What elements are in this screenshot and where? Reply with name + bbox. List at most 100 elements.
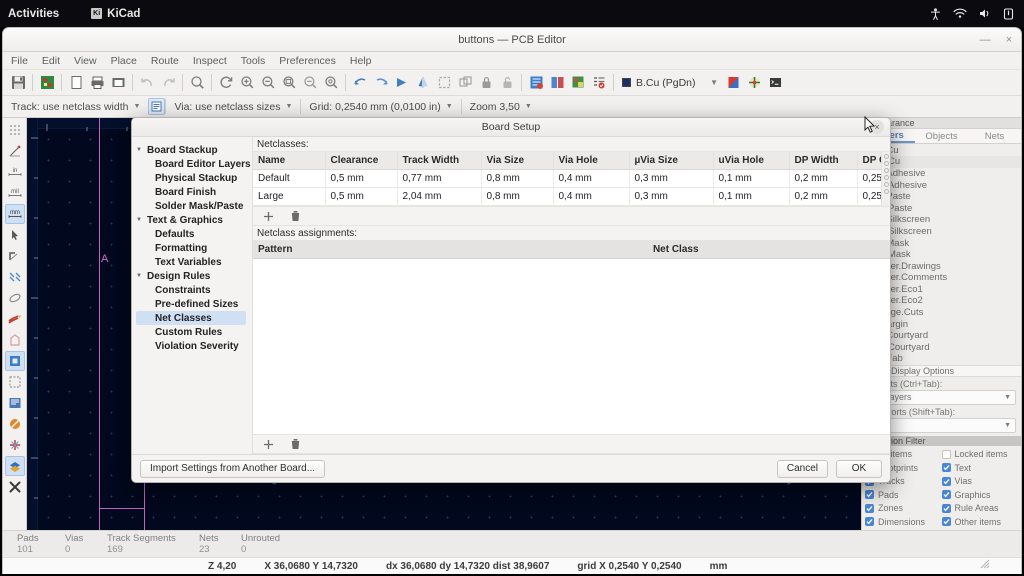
filter-graphics[interactable]: Graphics [941,488,1019,501]
menu-help[interactable]: Help [350,55,372,67]
tree-item-pre-defined-sizes[interactable]: Pre-defined Sizes [136,297,252,311]
mirror-icon[interactable] [413,73,433,93]
ratsnest-curved-icon[interactable] [5,267,25,287]
plus-icon[interactable] [262,438,275,451]
footprint-editor-icon[interactable] [434,73,454,93]
tab-nets[interactable]: Nets [968,129,1021,143]
zoom-selection-icon[interactable] [321,73,341,93]
cell-uvia-size[interactable]: 0,3 mm [629,169,714,188]
filter-locked-items[interactable]: Locked items [941,448,1019,461]
refresh-icon[interactable] [216,73,236,93]
zoom-in-icon[interactable] [237,73,257,93]
script-console-icon[interactable] [765,73,785,93]
cell-track-width[interactable]: 0,77 mm [397,169,482,188]
menu-file[interactable]: File [11,55,28,67]
col-name[interactable]: Name [253,152,326,170]
accessibility-icon[interactable] [930,7,941,20]
rotate-cw-icon[interactable] [371,73,391,93]
resize-grip[interactable] [979,558,990,572]
tools-icon[interactable] [5,477,25,497]
netclass-width-icon[interactable] [148,98,166,115]
rotate-ccw-icon[interactable] [350,73,370,93]
app-menu[interactable]: Ki KiCad [91,8,140,20]
filter-text[interactable]: Text [941,461,1019,474]
close-window-button[interactable]: × [1003,34,1015,46]
netclasses-hscrollbar[interactable] [881,152,890,206]
zoom-fit-icon[interactable] [279,73,299,93]
drc-icon[interactable] [526,73,546,93]
python-console-icon[interactable] [744,73,764,93]
unlock-icon[interactable] [497,73,517,93]
cell-name[interactable]: Default [253,169,326,188]
tree-item-board-finish[interactable]: Board Finish [136,185,252,199]
cell-track-width[interactable]: 2,04 mm [397,187,482,206]
menu-edit[interactable]: Edit [42,55,60,67]
redo-icon[interactable] [158,73,178,93]
table-row[interactable]: Large 0,5 mm 2,04 mm 0,8 mm 0,4 mm 0,3 m… [253,187,890,206]
checkbox-checked-icon[interactable] [865,490,874,500]
menu-tools[interactable]: Tools [241,55,266,67]
filter-dimensions[interactable]: Dimensions [865,515,942,528]
filter-other-items[interactable]: Other items [941,515,1019,528]
pad-sketch-icon[interactable] [5,414,25,434]
table-row[interactable]: Default 0,5 mm 0,77 mm 0,8 mm 0,4 mm 0,3… [253,169,890,188]
system-tray[interactable] [930,7,1024,20]
cell-dp-width[interactable]: 0,2 mm [789,169,858,188]
ratsnest-icon[interactable] [5,246,25,266]
zoom-select[interactable]: Zoom 3,50 ▼ [462,96,540,118]
col-track-width[interactable]: Track Width [397,152,482,170]
cell-clearance[interactable]: 0,5 mm [325,169,398,188]
netlist-icon[interactable] [547,73,567,93]
chevron-down-icon[interactable]: ▼ [136,273,144,279]
menu-route[interactable]: Route [151,55,179,67]
checkbox-checked-icon[interactable] [865,517,874,527]
tree-node-text-graphics[interactable]: ▼ Text & Graphics [136,213,252,227]
cell-uvia-hole[interactable]: 0,1 mm [713,187,790,206]
plus-icon[interactable] [262,210,275,223]
col-uvia-size[interactable]: µVia Size [629,152,714,170]
cell-via-hole[interactable]: 0,4 mm [553,169,630,188]
checkbox-checked-icon[interactable] [941,517,951,527]
import-settings-button[interactable]: Import Settings from Another Board... [140,459,326,478]
find-icon[interactable] [187,73,207,93]
zone-filled-icon[interactable] [4,351,25,371]
cell-uvia-size[interactable]: 0,3 mm [629,187,714,206]
trash-icon[interactable] [289,438,302,451]
wifi-icon[interactable] [953,8,967,19]
print-icon[interactable] [87,73,107,93]
footprint-library-icon[interactable] [455,73,475,93]
zone-outline-icon[interactable] [5,372,25,392]
tree-item-solder-mask-paste[interactable]: Solder Mask/Paste [136,199,252,213]
checkbox-checked-icon[interactable] [865,503,874,513]
units-mm-icon[interactable]: mm [4,204,25,224]
col-via-hole[interactable]: Via Hole [553,152,630,170]
plot-icon[interactable] [108,73,128,93]
menu-preferences[interactable]: Preferences [279,55,336,67]
footprint-text-icon[interactable] [5,393,25,413]
power-icon[interactable] [1003,7,1014,20]
filter-rule-areas[interactable]: Rule Areas [941,502,1019,515]
checkbox-checked-icon[interactable] [941,490,951,500]
tree-item-net-classes[interactable]: Net Classes [136,311,246,325]
tree-item-constraints[interactable]: Constraints [136,283,252,297]
active-layer-select[interactable]: B.Cu (PgDn) ▼ [618,73,722,92]
save-icon[interactable] [8,73,28,93]
flip-board-icon[interactable] [392,73,412,93]
pad-display-icon[interactable] [5,288,25,308]
cell-via-hole[interactable]: 0,4 mm [553,187,630,206]
menu-place[interactable]: Place [111,55,137,67]
update-pcb-icon[interactable] [568,73,588,93]
tab-objects[interactable]: Objects [915,129,968,143]
filter-zones[interactable]: Zones [865,502,942,515]
drc-markers-icon[interactable] [5,435,25,455]
col-dp-width[interactable]: DP Width [789,152,858,170]
page-settings-icon[interactable] [66,73,86,93]
ok-button[interactable]: OK [836,459,882,478]
zoom-objects-icon[interactable] [300,73,320,93]
menu-inspect[interactable]: Inspect [193,55,227,67]
grid-toggle-icon[interactable] [5,120,25,140]
chevron-down-icon[interactable]: ▼ [136,217,144,223]
via-size-select[interactable]: Via: use netclass sizes ▼ [166,96,300,118]
checkbox-checked-icon[interactable] [941,503,951,513]
checkbox-checked-icon[interactable] [941,463,951,473]
